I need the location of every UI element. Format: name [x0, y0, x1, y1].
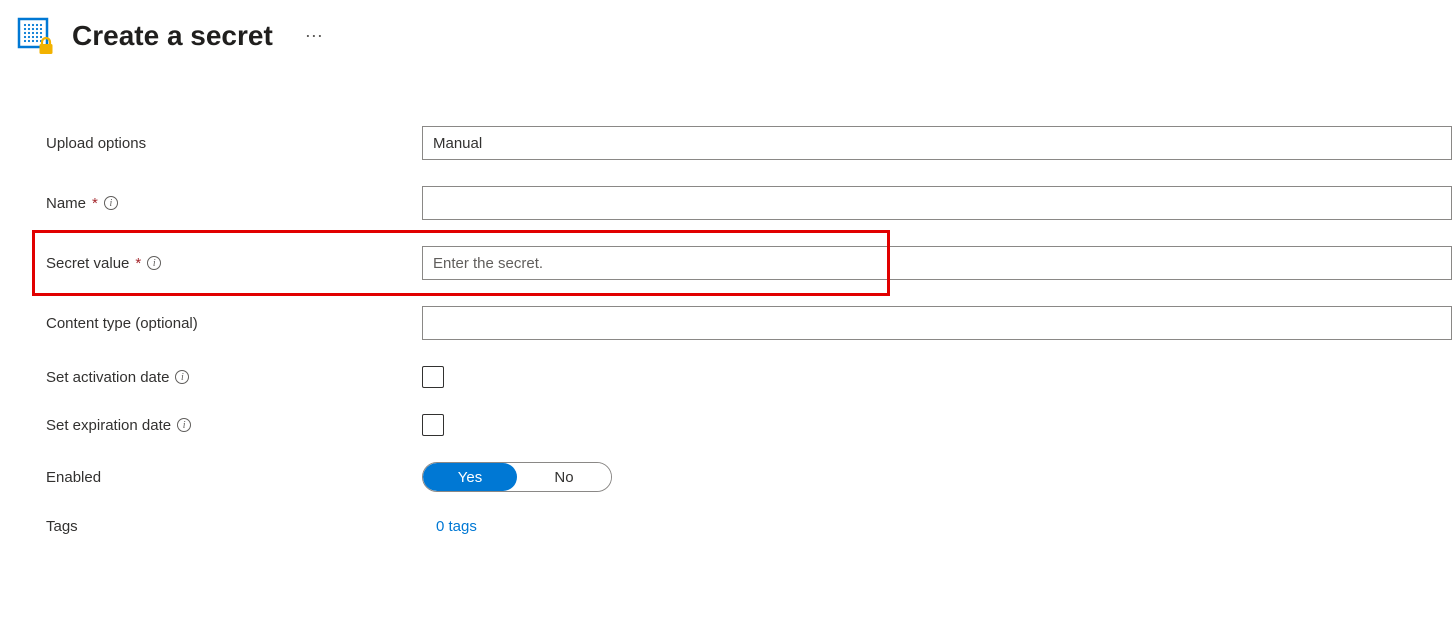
info-icon[interactable]: i — [147, 256, 161, 270]
label-activation-date: Set activation date i — [46, 369, 422, 386]
label-text-upload-options: Upload options — [46, 135, 146, 152]
label-text-content-type: Content type (optional) — [46, 315, 198, 332]
key-vault-secret-icon — [16, 16, 56, 56]
enabled-no-option[interactable]: No — [517, 463, 611, 491]
label-enabled: Enabled — [46, 469, 422, 486]
create-secret-form: Upload options Manual Name * i Secret va… — [16, 126, 1452, 535]
label-tags: Tags — [46, 518, 422, 535]
label-name: Name * i — [46, 195, 422, 212]
expiration-date-checkbox[interactable] — [422, 414, 444, 436]
enabled-toggle: Yes No — [422, 462, 612, 492]
label-expiration-date: Set expiration date i — [46, 417, 422, 434]
row-expiration-date: Set expiration date i — [46, 414, 1452, 436]
secret-value-input[interactable] — [422, 246, 1452, 280]
label-upload-options: Upload options — [46, 135, 422, 152]
row-name: Name * i — [46, 186, 1452, 220]
label-secret-value: Secret value * i — [46, 255, 422, 272]
row-content-type: Content type (optional) — [46, 306, 1452, 340]
label-text-secret-value: Secret value — [46, 255, 129, 272]
label-text-enabled: Enabled — [46, 469, 101, 486]
label-text-tags: Tags — [46, 518, 78, 535]
page-title: Create a secret — [72, 20, 273, 52]
label-content-type: Content type (optional) — [46, 315, 422, 332]
create-secret-page: Create a secret ⋯ Upload options Manual … — [0, 0, 1452, 535]
label-text-expiration-date: Set expiration date — [46, 417, 171, 434]
upload-options-select[interactable]: Manual — [422, 126, 1452, 160]
required-asterisk: * — [135, 255, 141, 272]
row-secret-value: Secret value * i — [46, 246, 1452, 280]
info-icon[interactable]: i — [104, 196, 118, 210]
page-header: Create a secret ⋯ — [16, 16, 1452, 56]
row-tags: Tags 0 tags — [46, 518, 1452, 535]
required-asterisk: * — [92, 195, 98, 212]
row-activation-date: Set activation date i — [46, 366, 1452, 388]
content-type-input[interactable] — [422, 306, 1452, 340]
info-icon[interactable]: i — [177, 418, 191, 432]
more-actions-button[interactable]: ⋯ — [299, 22, 330, 51]
enabled-yes-option[interactable]: Yes — [423, 463, 517, 491]
tags-link[interactable]: 0 tags — [422, 518, 477, 535]
label-text-name: Name — [46, 195, 86, 212]
info-icon[interactable]: i — [175, 370, 189, 384]
label-text-activation-date: Set activation date — [46, 369, 169, 386]
name-input[interactable] — [422, 186, 1452, 220]
row-enabled: Enabled Yes No — [46, 462, 1452, 492]
activation-date-checkbox[interactable] — [422, 366, 444, 388]
row-upload-options: Upload options Manual — [46, 126, 1452, 160]
